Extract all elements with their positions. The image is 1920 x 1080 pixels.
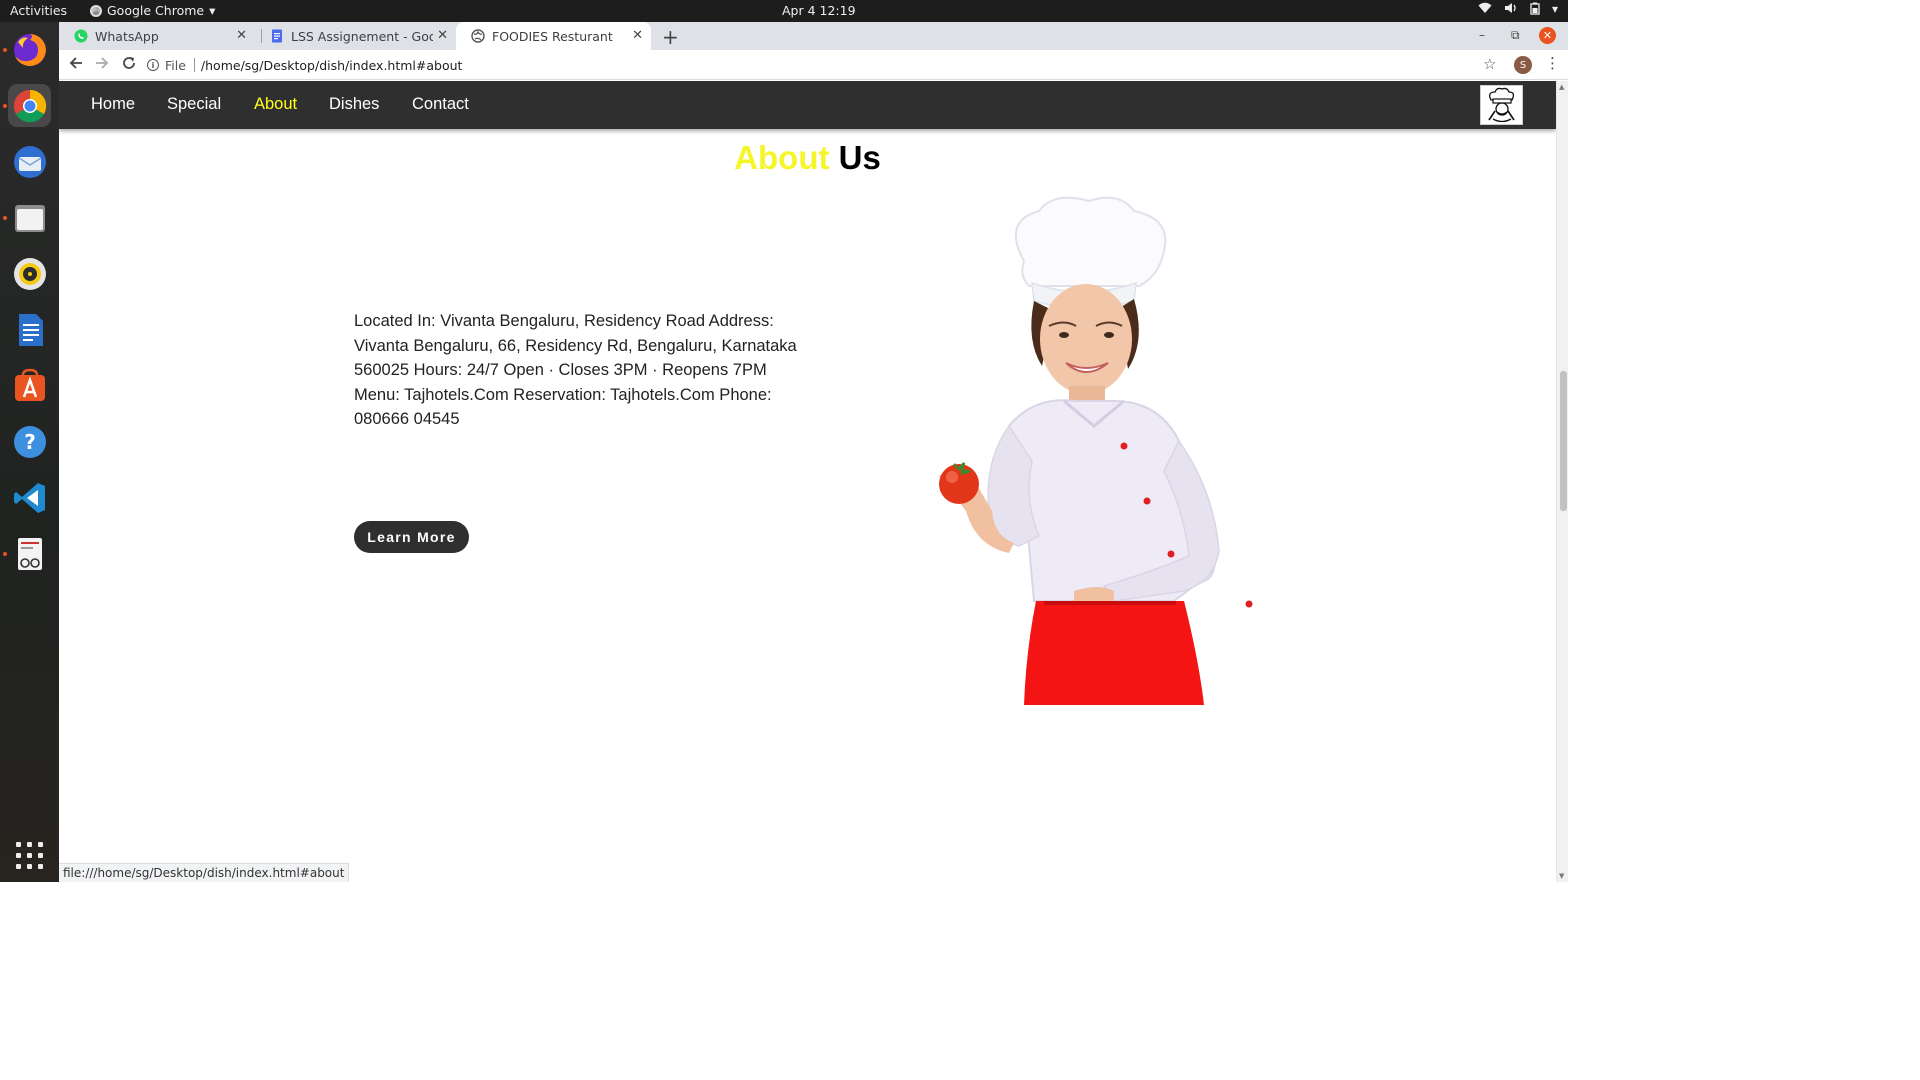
- app-menu-label: Google Chrome: [107, 3, 205, 18]
- about-heading: About Us: [59, 139, 1556, 177]
- back-icon[interactable]: [68, 55, 84, 75]
- show-applications-icon[interactable]: [16, 842, 43, 869]
- dock-files[interactable]: [8, 196, 51, 239]
- nav-contact[interactable]: Contact: [412, 95, 469, 114]
- libreoffice-writer-icon: [18, 313, 43, 346]
- dock-vscode[interactable]: [8, 476, 51, 519]
- page-viewport: Home Special About Dishes Contact About …: [59, 81, 1556, 882]
- dock-rhythmbox[interactable]: [8, 252, 51, 295]
- divider: [193, 58, 195, 72]
- tab-title: LSS Assignement - Google Docs: [291, 28, 433, 44]
- whatsapp-icon: [74, 29, 88, 43]
- site-navbar: Home Special About Dishes Contact: [59, 81, 1556, 129]
- system-tray[interactable]: ▾: [1478, 2, 1558, 18]
- tab-lss-assignment[interactable]: LSS Assignement - Google Docs ✕: [255, 22, 456, 50]
- dock-thunderbird[interactable]: [8, 140, 51, 183]
- nav-dishes[interactable]: Dishes: [329, 95, 379, 114]
- dock-software[interactable]: [8, 364, 51, 407]
- tab-foodies[interactable]: FOODIES Resturant ✕: [456, 22, 651, 50]
- thunderbird-icon: [13, 145, 46, 178]
- restore-icon[interactable]: ⧉: [1511, 28, 1520, 43]
- document-viewer-icon: [17, 537, 42, 570]
- scroll-up-icon[interactable]: ▲: [1559, 83, 1564, 91]
- chrome-mini-icon: [90, 4, 102, 17]
- caret-down-icon: ▾: [209, 3, 216, 18]
- wifi-icon: [1478, 2, 1492, 18]
- help-icon: ?: [13, 425, 46, 458]
- tab-strip: WhatsApp ✕ LSS Assignement - Google Docs…: [59, 22, 1568, 50]
- about-heading-rest: Us: [838, 139, 881, 176]
- dock-chrome[interactable]: [8, 84, 51, 127]
- chef-logo[interactable]: [1480, 85, 1523, 125]
- battery-icon: [1530, 2, 1540, 18]
- files-icon: [14, 204, 45, 232]
- tab-title: FOODIES Resturant: [492, 28, 613, 44]
- globe-icon: [471, 29, 485, 43]
- activities-button[interactable]: Activities: [10, 3, 67, 18]
- dock-writer[interactable]: [8, 308, 51, 351]
- google-docs-icon: [272, 29, 282, 43]
- new-tab-button[interactable]: +: [662, 25, 679, 49]
- dock-help[interactable]: ?: [8, 420, 51, 463]
- tab-title: WhatsApp: [95, 28, 159, 44]
- nav-special[interactable]: Special: [167, 95, 221, 114]
- tab-close-icon[interactable]: ✕: [236, 28, 247, 43]
- rhythmbox-icon: [13, 257, 46, 290]
- nav-home[interactable]: Home: [91, 95, 135, 114]
- address-bar[interactable]: i File /home/sg/Desktop/dish/index.html#…: [147, 53, 1507, 77]
- tab-whatsapp[interactable]: WhatsApp ✕: [59, 22, 255, 50]
- info-icon[interactable]: i: [147, 59, 159, 71]
- running-indicator: [3, 104, 7, 108]
- running-indicator: [3, 48, 7, 52]
- dock-reader[interactable]: [8, 532, 51, 575]
- firefox-icon: [13, 33, 46, 66]
- nav-about[interactable]: About: [254, 95, 297, 114]
- browser-toolbar: i File /home/sg/Desktop/dish/index.html#…: [59, 50, 1568, 80]
- tab-close-icon[interactable]: ✕: [632, 28, 643, 43]
- browser-menu-icon[interactable]: ⋮: [1545, 54, 1560, 72]
- volume-icon: [1504, 2, 1518, 18]
- power-menu-icon: ▾: [1551, 2, 1558, 16]
- page-scrollbar[interactable]: ▲ ▼: [1556, 81, 1568, 882]
- bookmark-star-icon[interactable]: ☆: [1483, 55, 1496, 73]
- profile-avatar[interactable]: S: [1514, 56, 1532, 74]
- app-menu[interactable]: Google Chrome ▾: [90, 3, 215, 18]
- learn-more-button[interactable]: Learn More: [354, 521, 469, 553]
- dock: ?: [0, 22, 59, 882]
- system-top-bar: Activities Google Chrome ▾ Apr 4 12:19 ▾: [0, 0, 1568, 22]
- running-indicator: [3, 552, 7, 556]
- link-status-bubble: file:///home/sg/Desktop/dish/index.html#…: [59, 863, 350, 882]
- chrome-icon: [13, 89, 46, 122]
- scrollbar-thumb[interactable]: [1560, 371, 1567, 511]
- vscode-icon: [13, 482, 45, 513]
- ubuntu-software-icon: [14, 368, 45, 401]
- tab-close-icon[interactable]: ✕: [437, 28, 448, 43]
- address-scheme: File: [165, 57, 186, 73]
- about-heading-highlight: About: [734, 139, 830, 176]
- reload-icon[interactable]: [121, 55, 137, 75]
- chef-image: [939, 196, 1253, 705]
- svg-text:?: ?: [24, 430, 36, 454]
- dock-firefox[interactable]: [8, 28, 51, 71]
- forward-icon[interactable]: [94, 55, 110, 75]
- scroll-down-icon[interactable]: ▼: [1559, 872, 1564, 880]
- address-url[interactable]: /home/sg/Desktop/dish/index.html#about: [201, 58, 463, 73]
- window-close-icon[interactable]: ✕: [1539, 27, 1556, 44]
- running-indicator: [3, 216, 7, 220]
- clock[interactable]: Apr 4 12:19: [782, 3, 856, 18]
- minimize-icon[interactable]: –: [1479, 28, 1485, 42]
- about-description: Located In: Vivanta Bengaluru, Residency…: [354, 312, 797, 428]
